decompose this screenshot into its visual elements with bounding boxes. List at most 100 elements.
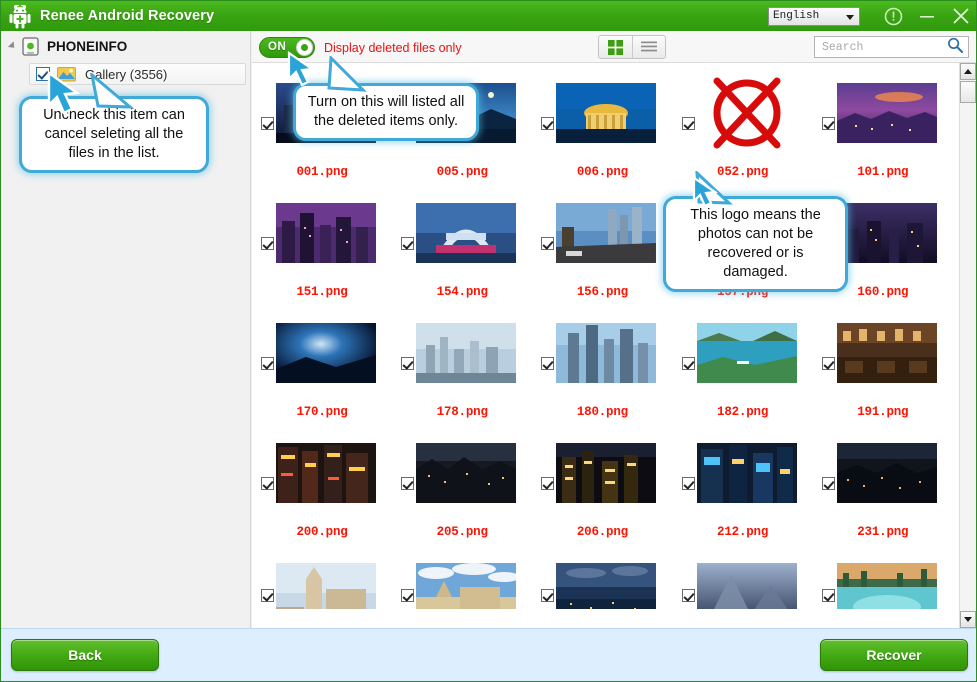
thumbnail-checkbox[interactable] xyxy=(261,356,274,370)
scroll-down-icon[interactable] xyxy=(960,611,976,628)
thumbnail-cell[interactable] xyxy=(681,543,803,609)
scroll-up-icon[interactable] xyxy=(960,63,976,80)
thumbnail-image[interactable] xyxy=(410,187,523,279)
close-icon[interactable] xyxy=(944,1,976,31)
thumbnail-checkbox[interactable] xyxy=(261,236,274,250)
thumbnail-image[interactable] xyxy=(270,187,382,279)
thumbnail-cell[interactable]: 200.png xyxy=(261,423,382,543)
thumbnail-image[interactable] xyxy=(690,427,803,519)
minimize-icon[interactable] xyxy=(910,1,944,31)
thumbnail-cell[interactable] xyxy=(261,543,382,609)
list-view-icon[interactable] xyxy=(631,36,665,58)
thumbnail-cell[interactable]: 205.png xyxy=(401,423,523,543)
thumbnail-image[interactable] xyxy=(270,427,382,519)
help-circle-icon[interactable] xyxy=(876,1,910,31)
thumbnail-image[interactable] xyxy=(830,307,943,399)
footer-bar: Back Recover xyxy=(1,628,976,681)
thumbnail-cell[interactable]: 154.png xyxy=(401,183,523,303)
thumbnail-filename: 005.png xyxy=(436,165,488,179)
thumbnail-checkbox[interactable] xyxy=(401,476,415,490)
thumbnail-image[interactable] xyxy=(690,547,803,609)
thumbnail-checkbox[interactable] xyxy=(261,476,274,490)
thumbnail-grid: 001.png 005.png 006.png 052.png 101.png … xyxy=(252,63,962,628)
thumbnail-cell[interactable]: 178.png xyxy=(401,303,523,423)
thumbnail-checkbox[interactable] xyxy=(401,588,415,602)
vertical-scrollbar[interactable] xyxy=(959,63,976,628)
thumbnail-image[interactable] xyxy=(690,307,803,399)
callout-turn-on-toggle: Turn on this will listed all the deleted… xyxy=(293,83,479,141)
scrollbar-thumb[interactable] xyxy=(960,81,976,103)
back-button[interactable]: Back xyxy=(11,639,159,671)
thumbnail-checkbox[interactable] xyxy=(681,476,695,490)
language-select[interactable]: English xyxy=(768,6,860,26)
thumbnail-image[interactable] xyxy=(550,67,663,159)
thumbnail-cell[interactable]: 156.png xyxy=(541,183,663,303)
thumbnail-filename: 178.png xyxy=(436,405,488,419)
thumbnail-checkbox[interactable] xyxy=(261,588,274,602)
thumbnail-cell[interactable]: 191.png xyxy=(821,303,943,423)
thumbnail-checkbox[interactable] xyxy=(541,116,555,130)
grid-row: 200.png 205.png 206.png 212.png 231.png xyxy=(252,423,962,543)
thumbnail-cell[interactable]: 180.png xyxy=(541,303,663,423)
thumbnail-filename: 156.png xyxy=(576,285,628,299)
thumbnail-cell[interactable]: 182.png xyxy=(681,303,803,423)
toggle-state-label: ON xyxy=(268,41,287,53)
thumbnail-checkbox[interactable] xyxy=(821,588,835,602)
thumbnail-image[interactable] xyxy=(550,187,663,279)
language-select-value: English xyxy=(773,10,820,22)
thumbnail-checkbox[interactable] xyxy=(401,236,415,250)
search-icon[interactable] xyxy=(946,36,964,59)
chevron-down-icon xyxy=(846,15,854,20)
sidebar-item-label: PHONEINFO xyxy=(47,38,128,54)
thumbnail-image[interactable] xyxy=(410,547,523,609)
thumbnail-filename: 206.png xyxy=(576,525,628,539)
thumbnail-image[interactable] xyxy=(830,67,943,159)
thumbnail-checkbox[interactable] xyxy=(541,356,555,370)
thumbnail-image[interactable] xyxy=(830,547,943,609)
thumbnail-checkbox[interactable] xyxy=(401,356,415,370)
thumbnail-cell[interactable]: 101.png xyxy=(821,63,943,183)
thumbnail-cell[interactable]: 170.png xyxy=(261,303,382,423)
thumbnail-image[interactable] xyxy=(550,547,663,609)
thumbnail-image[interactable] xyxy=(690,67,803,159)
thumbnail-image[interactable] xyxy=(270,307,382,399)
thumbnail-checkbox[interactable] xyxy=(821,116,835,130)
thumbnail-cell[interactable]: 231.png xyxy=(821,423,943,543)
thumbnail-cell[interactable]: 212.png xyxy=(681,423,803,543)
thumbnail-checkbox[interactable] xyxy=(261,116,274,130)
thumbnail-image[interactable] xyxy=(410,427,523,519)
thumbnail-checkbox[interactable] xyxy=(541,476,555,490)
application-window: Renee Android Recovery English PHONEINFO… xyxy=(0,0,977,682)
thumbnail-image[interactable] xyxy=(270,547,382,609)
thumbnail-filename: 101.png xyxy=(857,165,909,179)
thumbnail-checkbox[interactable] xyxy=(681,116,695,130)
thumbnail-filename: 231.png xyxy=(857,525,909,539)
thumbnail-checkbox[interactable] xyxy=(681,588,695,602)
thumbnail-cell-damaged[interactable]: 052.png xyxy=(681,63,803,183)
title-bar-controls: English xyxy=(768,1,976,31)
thumbnail-image[interactable] xyxy=(830,427,943,519)
thumbnail-cell[interactable] xyxy=(541,543,663,609)
tree-expander-icon[interactable] xyxy=(5,39,19,53)
thumbnail-cell[interactable]: 151.png xyxy=(261,183,382,303)
view-mode-switch xyxy=(598,35,666,59)
thumbnail-filename: 154.png xyxy=(436,285,488,299)
thumbnail-image[interactable] xyxy=(550,307,663,399)
thumbnail-cell[interactable]: 206.png xyxy=(541,423,663,543)
thumbnail-checkbox[interactable] xyxy=(821,356,835,370)
thumbnail-image[interactable] xyxy=(550,427,663,519)
thumbnail-image[interactable] xyxy=(410,307,523,399)
thumbnail-checkbox[interactable] xyxy=(821,476,835,490)
recover-button[interactable]: Recover xyxy=(820,639,968,671)
thumbnail-checkbox[interactable] xyxy=(681,356,695,370)
search-box[interactable] xyxy=(814,36,969,58)
sidebar-item-phoneinfo[interactable]: PHONEINFO xyxy=(1,34,250,58)
callout-tail xyxy=(86,73,134,109)
grid-view-icon[interactable] xyxy=(599,36,632,58)
thumbnail-cell[interactable] xyxy=(401,543,523,609)
thumbnail-checkbox[interactable] xyxy=(541,588,555,602)
search-input[interactable] xyxy=(820,38,944,56)
thumbnail-checkbox[interactable] xyxy=(541,236,555,250)
thumbnail-cell[interactable] xyxy=(821,543,943,609)
thumbnail-cell[interactable]: 006.png xyxy=(541,63,663,183)
